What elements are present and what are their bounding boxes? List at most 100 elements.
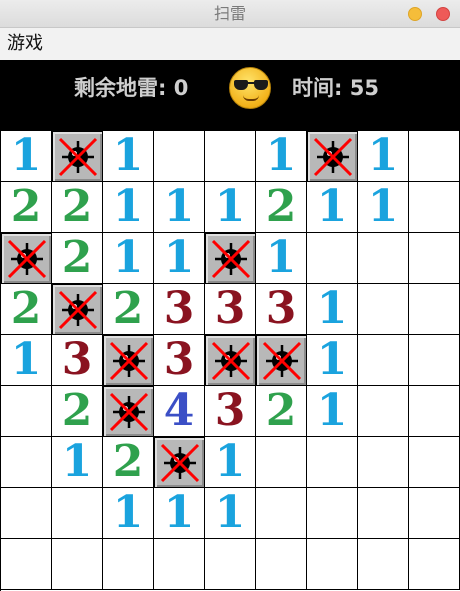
- empty-cell[interactable]: [103, 539, 154, 590]
- number-cell[interactable]: 1: [103, 488, 154, 539]
- number-cell[interactable]: 1: [103, 233, 154, 284]
- close-button[interactable]: [436, 7, 450, 21]
- empty-cell[interactable]: [256, 488, 307, 539]
- empty-cell[interactable]: [409, 233, 460, 284]
- empty-cell[interactable]: [256, 539, 307, 590]
- empty-cell[interactable]: [409, 335, 460, 386]
- number-cell[interactable]: 1: [205, 182, 256, 233]
- number-cell[interactable]: 2: [52, 233, 103, 284]
- flagged-mine-icon: [211, 341, 250, 380]
- number-cell[interactable]: 3: [52, 335, 103, 386]
- number-cell[interactable]: 3: [256, 284, 307, 335]
- empty-cell[interactable]: [307, 437, 358, 488]
- empty-cell[interactable]: [1, 437, 52, 488]
- cell-number: 3: [214, 283, 246, 334]
- number-cell[interactable]: 1: [154, 233, 205, 284]
- number-cell[interactable]: 1: [256, 233, 307, 284]
- cell-number: 2: [265, 181, 297, 232]
- cell-number: 2: [61, 232, 93, 283]
- minesweeper-board: 1 11 122111211 211 1 2 2 3 3 3 1 1 3 3 1…: [0, 130, 460, 591]
- empty-cell[interactable]: [358, 284, 409, 335]
- mine-cell[interactable]: [52, 284, 103, 335]
- number-cell[interactable]: 1: [205, 437, 256, 488]
- empty-cell[interactable]: [409, 182, 460, 233]
- empty-cell[interactable]: [154, 539, 205, 590]
- number-cell[interactable]: 2: [52, 182, 103, 233]
- cell-number: 1: [112, 232, 144, 283]
- number-cell[interactable]: 1: [307, 284, 358, 335]
- number-cell[interactable]: 3: [205, 284, 256, 335]
- number-cell[interactable]: 1: [358, 182, 409, 233]
- empty-cell[interactable]: [307, 488, 358, 539]
- empty-cell[interactable]: [307, 539, 358, 590]
- number-cell[interactable]: 2: [103, 437, 154, 488]
- mine-cell[interactable]: [154, 437, 205, 488]
- number-cell[interactable]: 1: [307, 386, 358, 437]
- number-cell[interactable]: 1: [103, 182, 154, 233]
- mine-cell[interactable]: [52, 131, 103, 182]
- number-cell[interactable]: 4: [154, 386, 205, 437]
- empty-cell[interactable]: [409, 437, 460, 488]
- empty-cell[interactable]: [358, 233, 409, 284]
- cell-number: 1: [316, 283, 348, 334]
- cell-number: 1: [163, 487, 195, 538]
- empty-cell[interactable]: [1, 539, 52, 590]
- empty-cell[interactable]: [358, 539, 409, 590]
- number-cell[interactable]: 2: [256, 182, 307, 233]
- menu-game[interactable]: 游戏: [7, 33, 43, 54]
- mine-cell[interactable]: [103, 335, 154, 386]
- number-cell[interactable]: 2: [103, 284, 154, 335]
- empty-cell[interactable]: [205, 539, 256, 590]
- mine-cell[interactable]: [103, 386, 154, 437]
- number-cell[interactable]: 3: [154, 284, 205, 335]
- number-cell[interactable]: 1: [358, 131, 409, 182]
- number-cell[interactable]: 2: [256, 386, 307, 437]
- cell-number: 1: [10, 334, 42, 385]
- empty-cell[interactable]: [358, 437, 409, 488]
- minimize-button[interactable]: [408, 7, 422, 21]
- empty-cell[interactable]: [358, 488, 409, 539]
- empty-cell[interactable]: [1, 488, 52, 539]
- cell-number: 1: [367, 130, 399, 181]
- empty-cell[interactable]: [409, 539, 460, 590]
- number-cell[interactable]: 1: [52, 437, 103, 488]
- empty-cell[interactable]: [256, 437, 307, 488]
- number-cell[interactable]: 1: [154, 182, 205, 233]
- mine-cell[interactable]: [1, 233, 52, 284]
- cell-number: 1: [163, 181, 195, 232]
- empty-cell[interactable]: [409, 386, 460, 437]
- empty-cell[interactable]: [409, 488, 460, 539]
- sunglasses-smiley-icon[interactable]: [229, 67, 271, 109]
- empty-cell[interactable]: [205, 131, 256, 182]
- number-cell[interactable]: 2: [1, 182, 52, 233]
- empty-cell[interactable]: [307, 233, 358, 284]
- number-cell[interactable]: 3: [205, 386, 256, 437]
- number-cell[interactable]: 1: [154, 488, 205, 539]
- empty-cell[interactable]: [1, 386, 52, 437]
- empty-cell[interactable]: [52, 488, 103, 539]
- mine-cell[interactable]: [256, 335, 307, 386]
- empty-cell[interactable]: [358, 386, 409, 437]
- number-cell[interactable]: 3: [154, 335, 205, 386]
- empty-cell[interactable]: [409, 284, 460, 335]
- mine-cell[interactable]: [205, 335, 256, 386]
- empty-cell[interactable]: [409, 131, 460, 182]
- empty-cell[interactable]: [154, 131, 205, 182]
- number-cell[interactable]: 1: [103, 131, 154, 182]
- empty-cell[interactable]: [52, 539, 103, 590]
- cell-number: 2: [112, 283, 144, 334]
- number-cell[interactable]: 1: [205, 488, 256, 539]
- number-cell[interactable]: 1: [307, 335, 358, 386]
- number-cell[interactable]: 1: [307, 182, 358, 233]
- cell-number: 1: [112, 130, 144, 181]
- number-cell[interactable]: 2: [1, 284, 52, 335]
- empty-cell[interactable]: [358, 335, 409, 386]
- number-cell[interactable]: 2: [52, 386, 103, 437]
- mine-cell[interactable]: [205, 233, 256, 284]
- flagged-mine-icon: [313, 137, 352, 176]
- window-titlebar: 扫雷: [0, 0, 460, 28]
- number-cell[interactable]: 1: [1, 335, 52, 386]
- number-cell[interactable]: 1: [256, 131, 307, 182]
- number-cell[interactable]: 1: [1, 131, 52, 182]
- mine-cell[interactable]: [307, 131, 358, 182]
